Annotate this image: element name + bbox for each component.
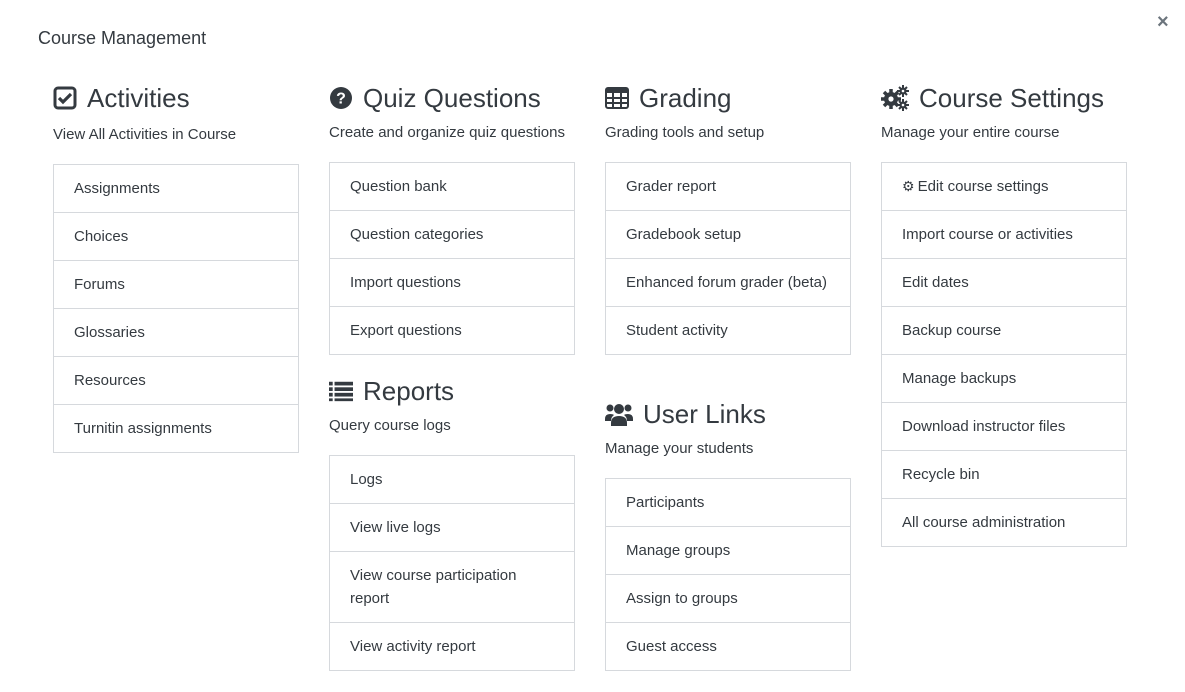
reports-title: Reports bbox=[363, 375, 455, 406]
quiz-heading: ? Quiz Questions bbox=[329, 82, 575, 114]
reports-heading: Reports bbox=[329, 375, 575, 407]
link-edit-dates[interactable]: Edit dates bbox=[882, 258, 1126, 306]
link-backup-course[interactable]: Backup course bbox=[882, 306, 1126, 354]
link-grader-report[interactable]: Grader report bbox=[606, 163, 850, 210]
link-import-questions[interactable]: Import questions bbox=[330, 258, 574, 306]
link-download-instructor-files[interactable]: Download instructor files bbox=[882, 402, 1126, 450]
svg-text:?: ? bbox=[336, 91, 346, 108]
activities-list: Assignments Choices Forums Glossaries Re… bbox=[53, 164, 299, 453]
grading-heading: Grading bbox=[605, 82, 851, 114]
link-question-categories[interactable]: Question categories bbox=[330, 210, 574, 258]
quiz-section: ? Quiz Questions Create and organize qui… bbox=[329, 82, 575, 355]
link-assign-to-groups[interactable]: Assign to groups bbox=[606, 574, 850, 622]
link-gradebook-setup[interactable]: Gradebook setup bbox=[606, 210, 850, 258]
settings-title: Course Settings bbox=[919, 82, 1104, 113]
link-forums[interactable]: Forums bbox=[54, 260, 298, 308]
reports-list: Logs View live logs View course particip… bbox=[329, 455, 575, 671]
link-manage-backups[interactable]: Manage backups bbox=[882, 354, 1126, 402]
grading-list: Grader report Gradebook setup Enhanced f… bbox=[605, 162, 851, 355]
users-title: User Links bbox=[643, 398, 766, 429]
link-logs[interactable]: Logs bbox=[330, 456, 574, 503]
link-student-activity[interactable]: Student activity bbox=[606, 306, 850, 354]
link-recycle-bin[interactable]: Recycle bin bbox=[882, 450, 1126, 498]
activities-title: Activities bbox=[87, 82, 190, 113]
activities-section: Activities View All Activities in Course… bbox=[53, 82, 299, 453]
cogs-icon bbox=[881, 85, 909, 111]
grading-description: Grading tools and setup bbox=[605, 124, 765, 141]
link-view-live-logs[interactable]: View live logs bbox=[330, 503, 574, 551]
link-manage-groups[interactable]: Manage groups bbox=[606, 526, 850, 574]
users-section: User Links Manage your students Particip… bbox=[605, 398, 851, 671]
quiz-list: Question bank Question categories Import… bbox=[329, 162, 575, 355]
settings-list: ⚙ Edit course settings Import course or a… bbox=[881, 162, 1127, 547]
table-icon bbox=[605, 86, 629, 110]
link-import-course[interactable]: Import course or activities bbox=[882, 210, 1126, 258]
link-assignments[interactable]: Assignments bbox=[54, 165, 298, 212]
link-guest-access[interactable]: Guest access bbox=[606, 622, 850, 670]
gear-icon: ⚙ bbox=[902, 178, 915, 194]
link-resources[interactable]: Resources bbox=[54, 356, 298, 404]
link-course-participation-report[interactable]: View course participation report bbox=[330, 551, 574, 622]
link-enhanced-forum-grader[interactable]: Enhanced forum grader (beta) bbox=[606, 258, 850, 306]
link-all-course-administration[interactable]: All course administration bbox=[882, 498, 1126, 546]
close-button[interactable]: × bbox=[1157, 12, 1169, 32]
link-participants[interactable]: Participants bbox=[606, 479, 850, 526]
activities-heading: Activities bbox=[53, 82, 299, 114]
link-glossaries[interactable]: Glossaries bbox=[54, 308, 298, 356]
activities-description: View All Activities in Course bbox=[53, 126, 237, 143]
link-choices[interactable]: Choices bbox=[54, 212, 298, 260]
link-question-bank[interactable]: Question bank bbox=[330, 163, 574, 210]
link-edit-course-settings[interactable]: ⚙ Edit course settings bbox=[882, 163, 1126, 210]
users-description: Manage your students bbox=[605, 440, 754, 457]
question-circle-icon: ? bbox=[329, 86, 353, 110]
link-activity-report[interactable]: View activity report bbox=[330, 622, 574, 670]
link-turnitin-assignments[interactable]: Turnitin assignments bbox=[54, 404, 298, 452]
quiz-title: Quiz Questions bbox=[363, 82, 541, 113]
quiz-description: Create and organize quiz questions bbox=[329, 124, 565, 141]
edit-course-settings-label: Edit course settings bbox=[917, 178, 1049, 195]
list-icon bbox=[329, 379, 353, 403]
settings-section: Course Settings Manage your entire cours… bbox=[881, 82, 1127, 547]
reports-description: Query course logs bbox=[329, 417, 451, 434]
grading-title: Grading bbox=[639, 82, 732, 113]
check-square-icon bbox=[53, 86, 77, 110]
settings-heading: Course Settings bbox=[881, 82, 1127, 114]
settings-description: Manage your entire course bbox=[881, 124, 1060, 141]
users-icon bbox=[605, 402, 633, 426]
users-heading: User Links bbox=[605, 398, 851, 430]
users-list: Participants Manage groups Assign to gro… bbox=[605, 478, 851, 671]
grading-section: Grading Grading tools and setup Grader r… bbox=[605, 82, 851, 355]
modal-title: Course Management bbox=[38, 28, 207, 48]
reports-section: Reports Query course logs Logs View live… bbox=[329, 375, 575, 671]
link-export-questions[interactable]: Export questions bbox=[330, 306, 574, 354]
